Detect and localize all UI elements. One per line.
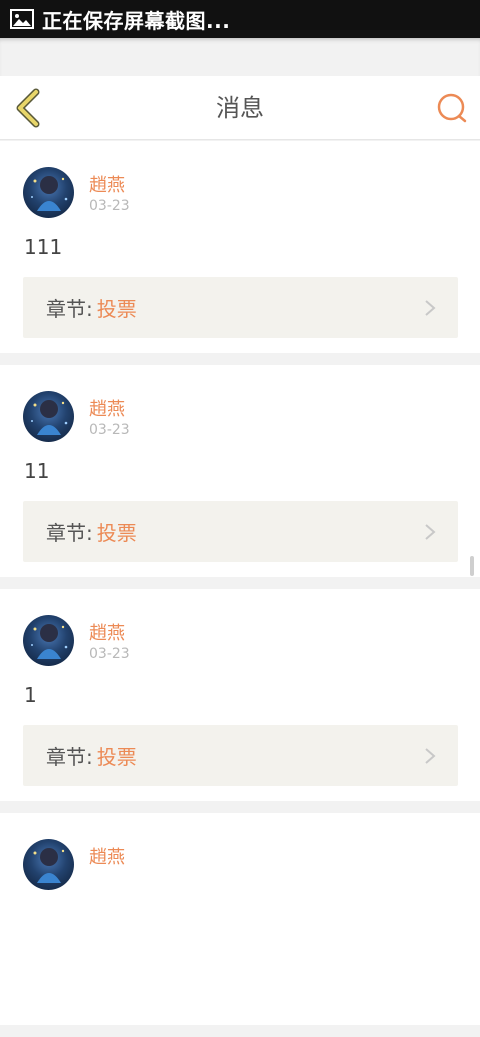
message-text: 11 [24,459,50,483]
chapter-label: 章节: [46,521,93,545]
username[interactable]: 趙燕 [89,619,125,645]
chevron-right-icon [425,524,436,540]
chevron-right-icon [425,748,436,764]
avatar[interactable] [23,167,74,218]
timestamp: 03-23 [89,646,130,662]
status-bar: 正在保存屏幕截图... [0,0,480,38]
username[interactable]: 趙燕 [89,843,125,869]
chapter-value: 投票 [96,521,137,545]
message-text: 111 [24,235,63,259]
message-text: 1 [24,683,37,707]
timestamp: 03-23 [89,422,130,438]
message-card: 趙燕 03-23 11 章节: 投票 [0,365,480,577]
scrollbar-thumb[interactable] [470,556,474,576]
chapter-value: 投票 [96,297,137,321]
app-header: 消息 [0,76,480,140]
message-card: 趙燕 03-23 111 章节: 投票 [0,141,480,353]
message-card: 趙燕 03-23 1 章节: 投票 [0,589,480,801]
chevron-right-icon [425,300,436,316]
message-list: 趙燕 03-23 111 章节: 投票 趙燕 03-23 11 章节: 投票 趙… [0,141,480,1037]
chapter-link[interactable]: 章节: 投票 [23,501,458,562]
chapter-label: 章节: [46,297,93,321]
chapter-link[interactable]: 章节: 投票 [23,725,458,786]
image-icon [10,9,34,29]
avatar[interactable] [23,615,74,666]
avatar[interactable] [23,839,74,890]
status-text: 正在保存屏幕截图... [42,8,231,33]
chapter-label: 章节: [46,745,93,769]
timestamp: 03-23 [89,198,130,214]
username[interactable]: 趙燕 [89,171,125,197]
page-title: 消息 [216,94,264,122]
top-spacer [0,38,480,76]
message-card: 趙燕 [0,813,480,1025]
username[interactable]: 趙燕 [89,395,125,421]
search-icon[interactable] [436,92,468,124]
chapter-link[interactable]: 章节: 投票 [23,277,458,338]
chapter-value: 投票 [96,745,137,769]
avatar[interactable] [23,391,74,442]
